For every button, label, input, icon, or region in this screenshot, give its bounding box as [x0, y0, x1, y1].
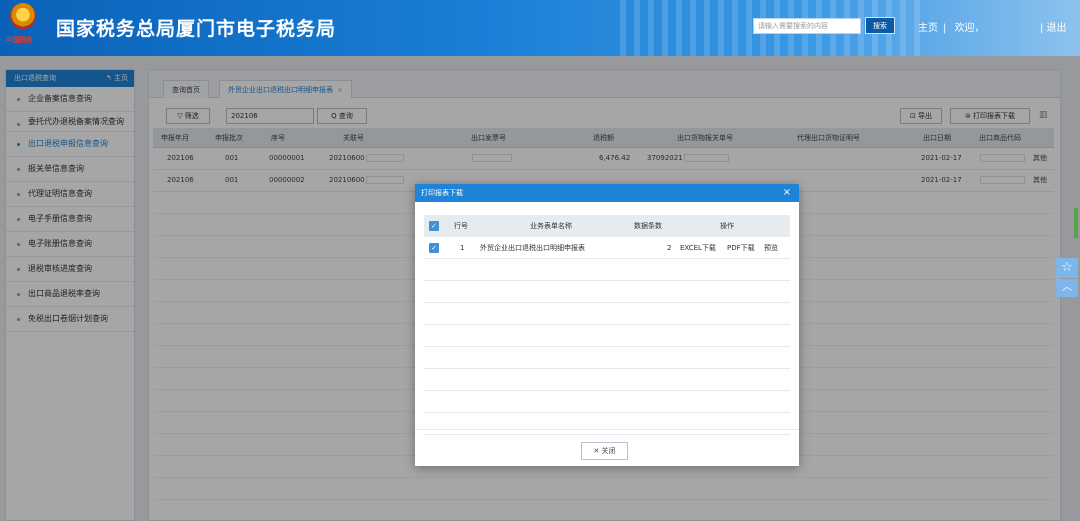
col-header-count: 数据条数 — [634, 222, 662, 230]
col-header-ops: 操作 — [720, 222, 734, 230]
nav-separator: | — [943, 23, 947, 34]
nav-home-link[interactable]: 主页 — [918, 23, 938, 34]
dialog-header: 打印报表下载 × — [415, 184, 799, 202]
select-all-checkbox[interactable]: ✓ — [429, 221, 439, 231]
empty-row — [424, 347, 790, 369]
print-download-dialog: 打印报表下载 × ✓ 行号 业务表单名称 数据条数 操作 ✓ 1 外贸企业出口退… — [415, 184, 799, 466]
excel-download-link[interactable]: EXCEL下载 — [680, 237, 716, 259]
top-nav: 主页 | 欢迎， — [918, 19, 990, 34]
empty-row — [424, 369, 790, 391]
close-button[interactable]: ✕ 关闭 — [581, 442, 628, 460]
nav-welcome: 欢迎， — [954, 23, 985, 34]
col-header-form-name: 业务表单名称 — [530, 222, 572, 230]
row-checkbox[interactable]: ✓ — [429, 243, 439, 253]
top-header: 中国税务 国家税务总局厦门市电子税务局 请输入需要搜索的内容 搜索 主页 | 欢迎… — [0, 0, 1080, 56]
close-icon[interactable]: × — [783, 184, 791, 202]
empty-row — [424, 281, 790, 303]
col-header-row-no: 行号 — [454, 222, 468, 230]
logout-link[interactable]: | 退出 — [1040, 19, 1067, 34]
scroll-indicator[interactable] — [1074, 208, 1078, 238]
report-row[interactable]: ✓ 1 外贸企业出口退税出口明细申报表 2 EXCEL下载 PDF下载 预览 — [424, 237, 790, 259]
back-to-top-icon[interactable]: ︿ — [1056, 279, 1078, 297]
empty-row — [424, 325, 790, 347]
dialog-title: 打印报表下载 — [421, 189, 463, 197]
empty-row — [424, 391, 790, 413]
report-table: ✓ 行号 业务表单名称 数据条数 操作 ✓ 1 外贸企业出口退税出口明细申报表 … — [424, 215, 790, 435]
empty-row — [424, 259, 790, 281]
dialog-footer: ✕ 关闭 — [415, 429, 799, 466]
favorite-star-icon[interactable]: ☆ — [1056, 258, 1078, 278]
tax-logo[interactable]: 中国税务 — [4, 3, 42, 49]
cell-row-no: 1 — [460, 244, 465, 252]
empty-row — [424, 303, 790, 325]
tax-emblem-icon — [10, 3, 36, 29]
cell-form-name: 外贸企业出口退税出口明细申报表 — [480, 244, 585, 252]
report-table-header: ✓ 行号 业务表单名称 数据条数 操作 — [424, 215, 790, 237]
logo-seal-text: 中国税务 — [6, 36, 33, 44]
preview-link[interactable]: 预览 — [764, 237, 778, 259]
cell-count: 2 — [667, 244, 672, 252]
pdf-download-link[interactable]: PDF下载 — [727, 237, 755, 259]
site-title: 国家税务总局厦门市电子税务局 — [56, 18, 337, 40]
search-button[interactable]: 搜索 — [865, 17, 895, 34]
search-input[interactable]: 请输入需要搜索的内容 — [753, 18, 861, 34]
